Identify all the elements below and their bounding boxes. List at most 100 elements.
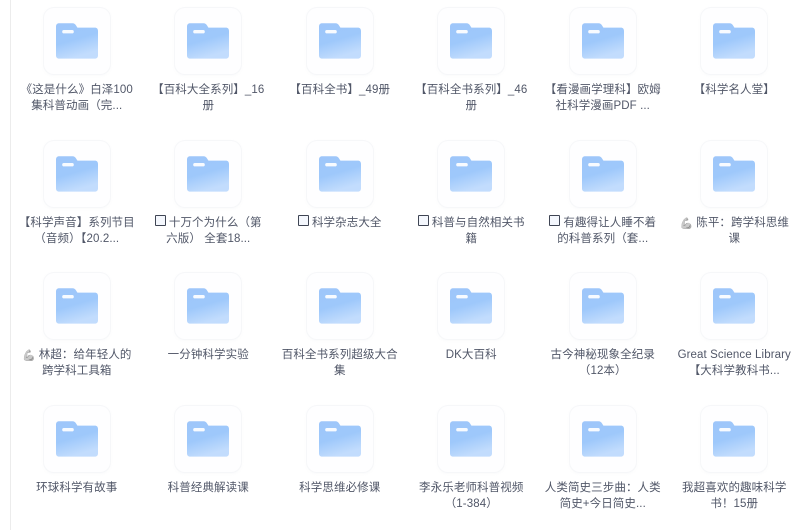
file-grid-item[interactable]: Great Science Library【大科学教科书... <box>669 265 800 398</box>
file-thumbnail[interactable] <box>438 273 505 339</box>
folder-icon <box>55 420 98 457</box>
file-thumbnail[interactable] <box>569 273 636 339</box>
file-thumbnail[interactable] <box>569 8 636 74</box>
folder-icon <box>713 420 756 457</box>
file-grid-item[interactable]: 科普经典解读课 <box>143 398 275 530</box>
folder-icon <box>713 155 756 192</box>
file-label: 【百科全书】_49册 <box>289 84 391 96</box>
file-browser: 《这是什么》白泽100集科普动画（完... 【百科大全系列】_16册 【百科全书… <box>0 0 800 530</box>
file-grid-item[interactable]: 💪 陈平：跨学科思维课 <box>669 133 800 266</box>
file-grid-item[interactable]: 💪 林超：给年轻人的跨学科工具箱 <box>11 265 143 398</box>
file-grid-item[interactable]: 科普与自然相关书籍 <box>406 133 538 266</box>
file-thumbnail[interactable] <box>175 140 242 207</box>
file-label: 科普经典解读课 <box>167 481 249 494</box>
folder-icon <box>187 288 230 324</box>
file-label: 科学杂志大全 <box>281 215 399 231</box>
folder-icon <box>187 420 230 457</box>
file-label: 【百科全书系列】_46册 <box>415 84 528 112</box>
file-grid-item[interactable]: 科学思维必修课 <box>274 398 406 530</box>
folder-icon <box>55 23 98 59</box>
file-label: 我超喜欢的趣味科学书！15册 <box>682 481 787 510</box>
file-grid-item[interactable]: 科学杂志大全 <box>274 133 406 266</box>
file-thumbnail[interactable] <box>701 405 768 472</box>
folder-icon <box>450 23 493 59</box>
file-label: 【科学名人堂】 <box>693 84 775 96</box>
file-label: Great Science Library【大科学教科书... <box>677 349 791 377</box>
file-label: 科普与自然相关书籍 <box>412 215 530 247</box>
file-grid-item[interactable]: 【百科全书系列】_46册 <box>406 0 538 133</box>
flexed-biceps-icon: 💪 <box>679 217 694 230</box>
file-label: 💪 林超：给年轻人的跨学科工具箱 <box>18 347 136 379</box>
file-label-text: 有趣得让人睡不着的科普系列（套... <box>557 216 657 245</box>
file-thumbnail[interactable] <box>306 405 373 472</box>
file-label-text: 林超：给年轻人的跨学科工具箱 <box>38 349 132 377</box>
flexed-biceps-icon: 💪 <box>21 350 36 362</box>
file-label: 【百科大全系列】_16册 <box>152 84 265 112</box>
file-label-text: 科学杂志大全 <box>311 216 382 229</box>
folder-icon <box>55 288 98 324</box>
file-label: DK大百科 <box>445 349 497 361</box>
file-grid-item[interactable]: 环球科学有故事 <box>11 398 143 530</box>
folder-icon <box>450 288 493 324</box>
folder-icon <box>55 155 98 192</box>
file-label: 百科全书系列超级大合集 <box>281 349 398 377</box>
file-label: 环球科学有故事 <box>36 481 118 494</box>
file-label-text: 十万个为什么（第六版） 全套18... <box>166 216 262 245</box>
file-thumbnail[interactable] <box>43 405 110 472</box>
checkbox-icon <box>417 215 429 226</box>
file-grid-item[interactable]: 【科学声音】系列节目（音频）【20.2... <box>11 133 143 266</box>
file-grid-item[interactable]: 【百科大全系列】_16册 <box>143 0 275 133</box>
folder-icon <box>713 23 756 59</box>
file-label: 一分钟科学实验 <box>167 349 249 361</box>
folder-icon <box>581 288 624 324</box>
folder-icon <box>450 155 493 192</box>
file-thumbnail[interactable] <box>175 8 242 74</box>
file-grid-item[interactable]: 《这是什么》白泽100集科普动画（完... <box>11 0 143 133</box>
file-label: 李永乐老师科普视频（1-384） <box>419 481 524 510</box>
folder-icon <box>581 155 624 192</box>
file-grid-item[interactable]: 十万个为什么（第六版） 全套18... <box>143 133 275 266</box>
file-label-text: 陈平：跨学科思维课 <box>696 216 790 245</box>
file-grid-item[interactable]: 一分钟科学实验 <box>143 265 275 398</box>
file-grid-item[interactable]: 有趣得让人睡不着的科普系列（套... <box>537 133 669 266</box>
file-thumbnail[interactable] <box>43 273 110 339</box>
file-grid-item[interactable]: 【科学名人堂】 <box>669 0 800 133</box>
file-label: 科学思维必修课 <box>299 481 381 494</box>
file-label: 《这是什么》白泽100集科普动画（完... <box>20 84 133 112</box>
file-label: 💪 陈平：跨学科思维课 <box>675 215 793 247</box>
folder-icon <box>318 288 361 324</box>
file-thumbnail[interactable] <box>701 8 768 74</box>
file-grid-item[interactable]: 李永乐老师科普视频（1-384） <box>406 398 538 530</box>
folder-icon <box>581 420 624 457</box>
file-thumbnail[interactable] <box>438 140 505 207</box>
file-label: 有趣得让人睡不着的科普系列（套... <box>544 215 662 247</box>
file-grid-item[interactable]: DK大百科 <box>406 265 538 398</box>
file-thumbnail[interactable] <box>306 8 373 74</box>
folder-icon <box>318 155 361 192</box>
file-thumbnail[interactable] <box>569 405 636 472</box>
file-thumbnail[interactable] <box>701 273 768 339</box>
file-grid-item[interactable]: 人类简史三步曲：人类简史+今日简史... <box>537 398 669 530</box>
file-thumbnail[interactable] <box>306 140 373 207</box>
file-thumbnail[interactable] <box>438 405 505 472</box>
file-thumbnail[interactable] <box>175 405 242 472</box>
file-grid-item[interactable]: 我超喜欢的趣味科学书！15册 <box>669 398 800 530</box>
file-label: 十万个为什么（第六版） 全套18... <box>149 215 267 247</box>
file-thumbnail[interactable] <box>306 273 373 339</box>
file-grid-item[interactable]: 【百科全书】_49册 <box>274 0 406 133</box>
file-thumbnail[interactable] <box>569 140 636 207</box>
file-thumbnail[interactable] <box>701 140 768 207</box>
file-grid-item[interactable]: 古今神秘现象全纪录（12本） <box>537 265 669 398</box>
checkbox-icon <box>549 215 561 226</box>
folder-icon <box>187 23 230 59</box>
file-grid-item[interactable]: 【看漫画学理科】欧姆社科学漫画PDF ... <box>537 0 669 133</box>
file-thumbnail[interactable] <box>43 140 110 207</box>
file-label: 【看漫画学理科】欧姆社科学漫画PDF ... <box>544 84 661 112</box>
file-label: 古今神秘现象全纪录（12本） <box>550 349 655 377</box>
file-thumbnail[interactable] <box>175 273 242 339</box>
folder-icon <box>318 420 361 457</box>
file-label: 人类简史三步曲：人类简史+今日简史... <box>544 481 661 510</box>
file-thumbnail[interactable] <box>43 8 110 74</box>
file-grid-item[interactable]: 百科全书系列超级大合集 <box>274 265 406 398</box>
file-thumbnail[interactable] <box>438 8 505 74</box>
